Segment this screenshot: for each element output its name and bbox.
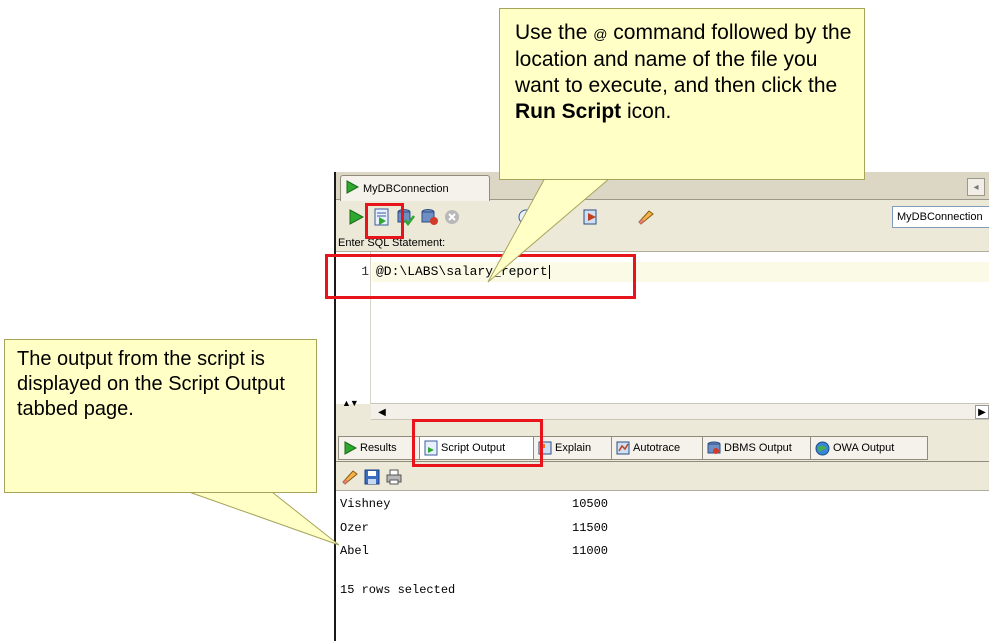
callout-bold-text: Run Script [515,100,622,123]
output-row: Abel 11000 [340,544,608,558]
tab-owa-output-label: OWA Output [833,442,895,454]
autotrace-icon [616,441,630,455]
sql-worksheet-window: MyDBConnection ◂ MyDBConnection Enter SQ… [334,172,989,641]
save-icon [364,469,380,485]
run-icon [349,209,364,225]
splitter-arrows[interactable]: ▲▼ [342,398,359,408]
sql-history-button[interactable] [516,207,536,227]
rollback-icon [421,209,438,225]
callout-at-symbol: @ [593,26,608,42]
callout-text: Use the [515,21,594,44]
save-output-button[interactable] [362,467,382,487]
output-salary: 10500 [572,497,609,511]
rollback-button[interactable] [420,207,440,227]
print-output-button[interactable] [384,467,404,487]
tab-results[interactable]: Results [338,436,422,460]
horizontal-scrollbar[interactable]: ◀ ▶ [371,403,989,420]
tab-autotrace[interactable]: Autotrace [611,436,706,460]
worksheet-toolbar: MyDBConnection [336,201,989,234]
connection-select[interactable]: MyDBConnection [892,206,989,228]
cancel-icon [445,210,459,224]
output-salary: 11000 [572,544,609,558]
scroll-right-icon[interactable]: ▶ [975,405,989,419]
callout-text: icon. [621,100,672,123]
tab-scroll-button[interactable]: ◂ [967,178,985,196]
callout-text: The output from the script is displayed … [17,348,285,420]
output-callout: The output from the script is displayed … [4,339,317,493]
output-toolbar [336,463,989,490]
output-row: Ozer 11500 [340,521,608,535]
output-name: Ozer [340,521,369,535]
tab-explain[interactable]: Explain [533,436,613,460]
script-output-area[interactable]: Vishney 10500 Ozer 11500 Abel 11000 15 r… [336,490,989,641]
owa-output-icon [815,441,830,455]
sql-tuning-button[interactable] [581,207,601,227]
scroll-left-icon[interactable]: ◀ [375,405,389,419]
output-row: Vishney 10500 [340,497,608,511]
tab-dbms-output[interactable]: DBMS Output [702,436,814,460]
tab-dbms-output-label: DBMS Output [724,442,792,454]
eraser-icon [638,210,654,225]
tab-autotrace-label: Autotrace [633,442,681,454]
eraser-icon [342,470,358,485]
run-icon [345,180,360,197]
script-output-tab-highlight [412,419,543,467]
run-statement-button[interactable] [346,207,366,227]
tab-explain-label: Explain [555,442,592,454]
dbms-output-icon [707,441,721,454]
output-footer: 15 rows selected [340,583,456,597]
clear-output-button[interactable] [340,467,360,487]
run-script-highlight [365,203,404,239]
connection-tab-label: MyDBConnection [363,182,449,195]
tab-owa-output[interactable]: OWA Output [810,436,928,460]
command-highlight [325,254,636,299]
cancel-button[interactable] [442,207,462,227]
tuning-icon [583,209,597,225]
output-name: Vishney [340,497,391,511]
instruction-callout: Use the @ command followed by the locati… [499,8,865,180]
run-icon [344,441,357,455]
print-icon [386,469,402,485]
tab-results-label: Results [360,442,397,454]
output-salary: 11500 [572,521,609,535]
clear-button[interactable] [636,207,656,227]
output-name: Abel [340,544,369,558]
history-icon [518,209,534,225]
connection-tab[interactable]: MyDBConnection [340,175,490,201]
